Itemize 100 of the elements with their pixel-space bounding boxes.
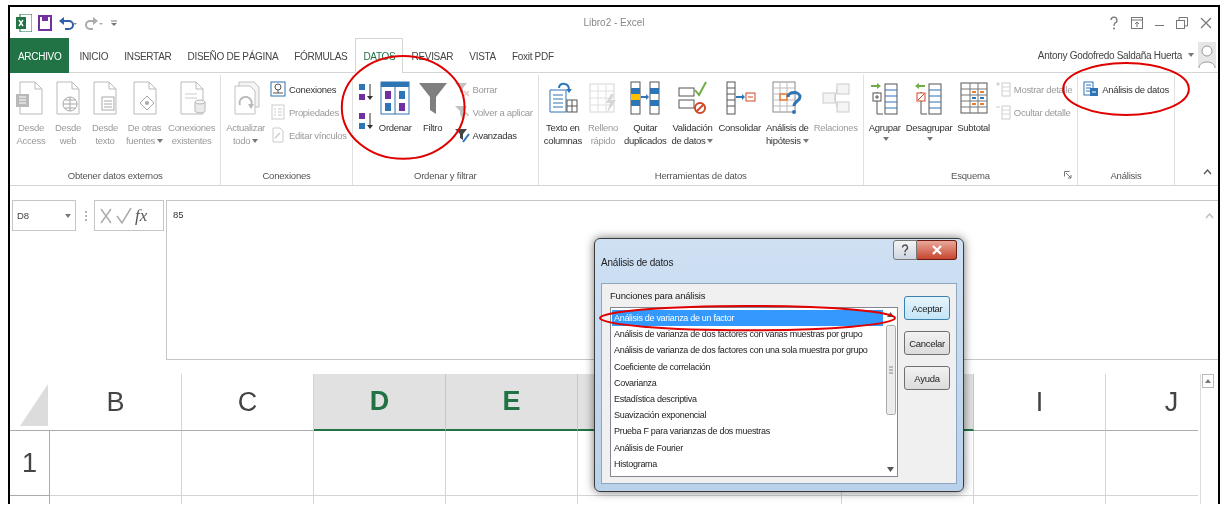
funnel-icon	[416, 80, 449, 116]
caret-icon	[65, 213, 71, 218]
list-item[interactable]: Covarianza	[612, 374, 883, 391]
column-header[interactable]: I	[974, 374, 1106, 431]
caret-icon	[252, 139, 259, 144]
ribbon-button[interactable]: Análisis de hipótesis	[763, 78, 811, 150]
insert-function-button[interactable]: fx	[135, 205, 148, 226]
save-icon	[38, 14, 52, 31]
ungroup-icon	[913, 80, 945, 116]
ribbon-button[interactable]: Análisis de datos	[1081, 79, 1171, 99]
ribbon-tab[interactable]: FÓRMULAS	[286, 38, 356, 73]
undo-icon	[58, 14, 78, 31]
sheet-cell[interactable]	[314, 431, 446, 496]
ribbon-tab[interactable]: Foxit PDF	[503, 38, 562, 73]
restore-icon	[1176, 16, 1188, 29]
ribbon-tab[interactable]: VISTA	[461, 38, 504, 73]
customize-icon	[110, 17, 118, 28]
ribbon-button[interactable]: Conexiones	[268, 79, 349, 99]
ribbon-button[interactable]: Agrupar	[866, 78, 903, 145]
sort-grid-icon	[379, 80, 412, 116]
ribbon-button[interactable]: Desagrupar	[903, 78, 955, 145]
list-item[interactable]: Análisis de varianza de dos factores con una sola muestra por grupo	[612, 342, 883, 359]
caret-icon	[1188, 53, 1194, 57]
caret-icon	[927, 137, 933, 142]
list-item[interactable]: Suavización exponencial	[612, 407, 883, 424]
show-detail-icon	[994, 81, 1011, 97]
account-name[interactable]: Antony Godofredo Saldaña Huerta	[1037, 49, 1194, 61]
dialog-title: Análisis de datos	[601, 257, 674, 268]
scroll-thumb-icon	[885, 325, 896, 415]
redo-icon	[84, 14, 104, 31]
ribbon-tab[interactable]: INSERTAR	[116, 38, 180, 73]
column-header[interactable]: B	[50, 374, 182, 431]
list-item[interactable]: Análisis de Fourier	[612, 439, 883, 456]
minimize-icon	[1155, 25, 1164, 26]
group-label: Obtener datos externos	[67, 169, 163, 181]
hide-detail-icon	[994, 104, 1011, 120]
sheet-cell[interactable]	[182, 431, 314, 496]
connection-icon	[270, 81, 286, 97]
ribbon-tab[interactable]: INICIO	[71, 38, 117, 73]
data-analysis-icon	[1083, 81, 1100, 97]
group-label: Herramientas de datos	[654, 169, 747, 181]
enter-button[interactable]	[116, 206, 132, 225]
caret-icon	[157, 139, 164, 144]
dialog-button[interactable]: Aceptar	[904, 296, 950, 320]
sort-ascending-icon[interactable]	[357, 82, 374, 102]
list-item[interactable]: Coeficiente de correlación	[612, 358, 883, 375]
what-if-icon	[771, 80, 804, 116]
scroll-up-icon	[1202, 374, 1214, 388]
name-box[interactable]: D8	[12, 200, 76, 231]
grip-icon	[84, 209, 88, 223]
dialog-button[interactable]: Cancelar	[904, 331, 950, 355]
ribbon-button[interactable]: Quitar duplicados	[622, 78, 669, 150]
ribbon-button[interactable]: Filtro	[414, 78, 451, 137]
function-list[interactable]	[610, 307, 898, 477]
help-icon	[1109, 15, 1119, 30]
avatar-icon	[1198, 42, 1216, 68]
caret-icon	[802, 139, 809, 144]
group-label: Esquema	[951, 169, 990, 181]
close-button[interactable]	[917, 240, 957, 260]
list-label: Funciones para análisis	[610, 290, 707, 301]
group-label: Conexiones	[262, 169, 311, 181]
list-item[interactable]: Prueba F para varianzas de dos muestras	[612, 423, 883, 440]
cancel-button[interactable]	[99, 206, 113, 225]
sheet-cell[interactable]	[446, 431, 578, 496]
row-header[interactable]: 1	[10, 431, 50, 496]
close-icon	[931, 245, 942, 255]
sheet-cell[interactable]	[974, 431, 1106, 496]
help-button[interactable]	[893, 240, 917, 260]
consolidate-icon	[723, 80, 756, 116]
column-header[interactable]: D	[314, 374, 446, 431]
text-columns-icon	[546, 80, 579, 116]
caret-icon	[882, 137, 889, 142]
window-title: Libro2 - Excel	[582, 17, 646, 28]
validation-icon	[676, 80, 709, 116]
ribbon-button[interactable]: Consolidar	[716, 78, 763, 137]
column-header[interactable]: E	[446, 374, 578, 431]
ribbon-button[interactable]: Subtotal	[955, 78, 992, 137]
excel-logo-icon	[16, 13, 32, 32]
ribbon-button[interactable]: Validación de datos	[669, 78, 716, 150]
help-icon	[901, 244, 909, 256]
list-item[interactable]: Análisis de varianza de dos factores con varias muestras por grupo	[612, 326, 883, 343]
ribbon-tab[interactable]: ARCHIVO	[10, 38, 70, 73]
close-icon	[1200, 16, 1212, 29]
scroll-down-icon	[887, 467, 894, 472]
dialog-button[interactable]: Ayuda	[904, 366, 950, 390]
ribbon-tab[interactable]: DISEÑO DE PÁGINA	[179, 38, 287, 73]
cancel-icon	[99, 206, 113, 225]
scroll-up-icon	[887, 312, 894, 317]
ribbon-button[interactable]: Ordenar	[376, 78, 414, 137]
properties-icon	[270, 104, 286, 120]
advanced-filter-icon	[453, 127, 470, 143]
list-item[interactable]: Estadística descriptiva	[612, 391, 883, 408]
list-item[interactable]: Histograma	[612, 455, 883, 473]
relationships-icon	[819, 80, 852, 116]
ribbon-button[interactable]: Texto en columnas	[541, 78, 584, 150]
sheet-cell[interactable]	[50, 431, 182, 496]
vertical-scrollbar[interactable]	[1200, 374, 1215, 504]
sort-descending-icon[interactable]	[357, 111, 374, 131]
group-label: Ordenar y filtrar	[413, 169, 477, 181]
ribbon-button[interactable]: Avanzadas	[451, 125, 535, 145]
